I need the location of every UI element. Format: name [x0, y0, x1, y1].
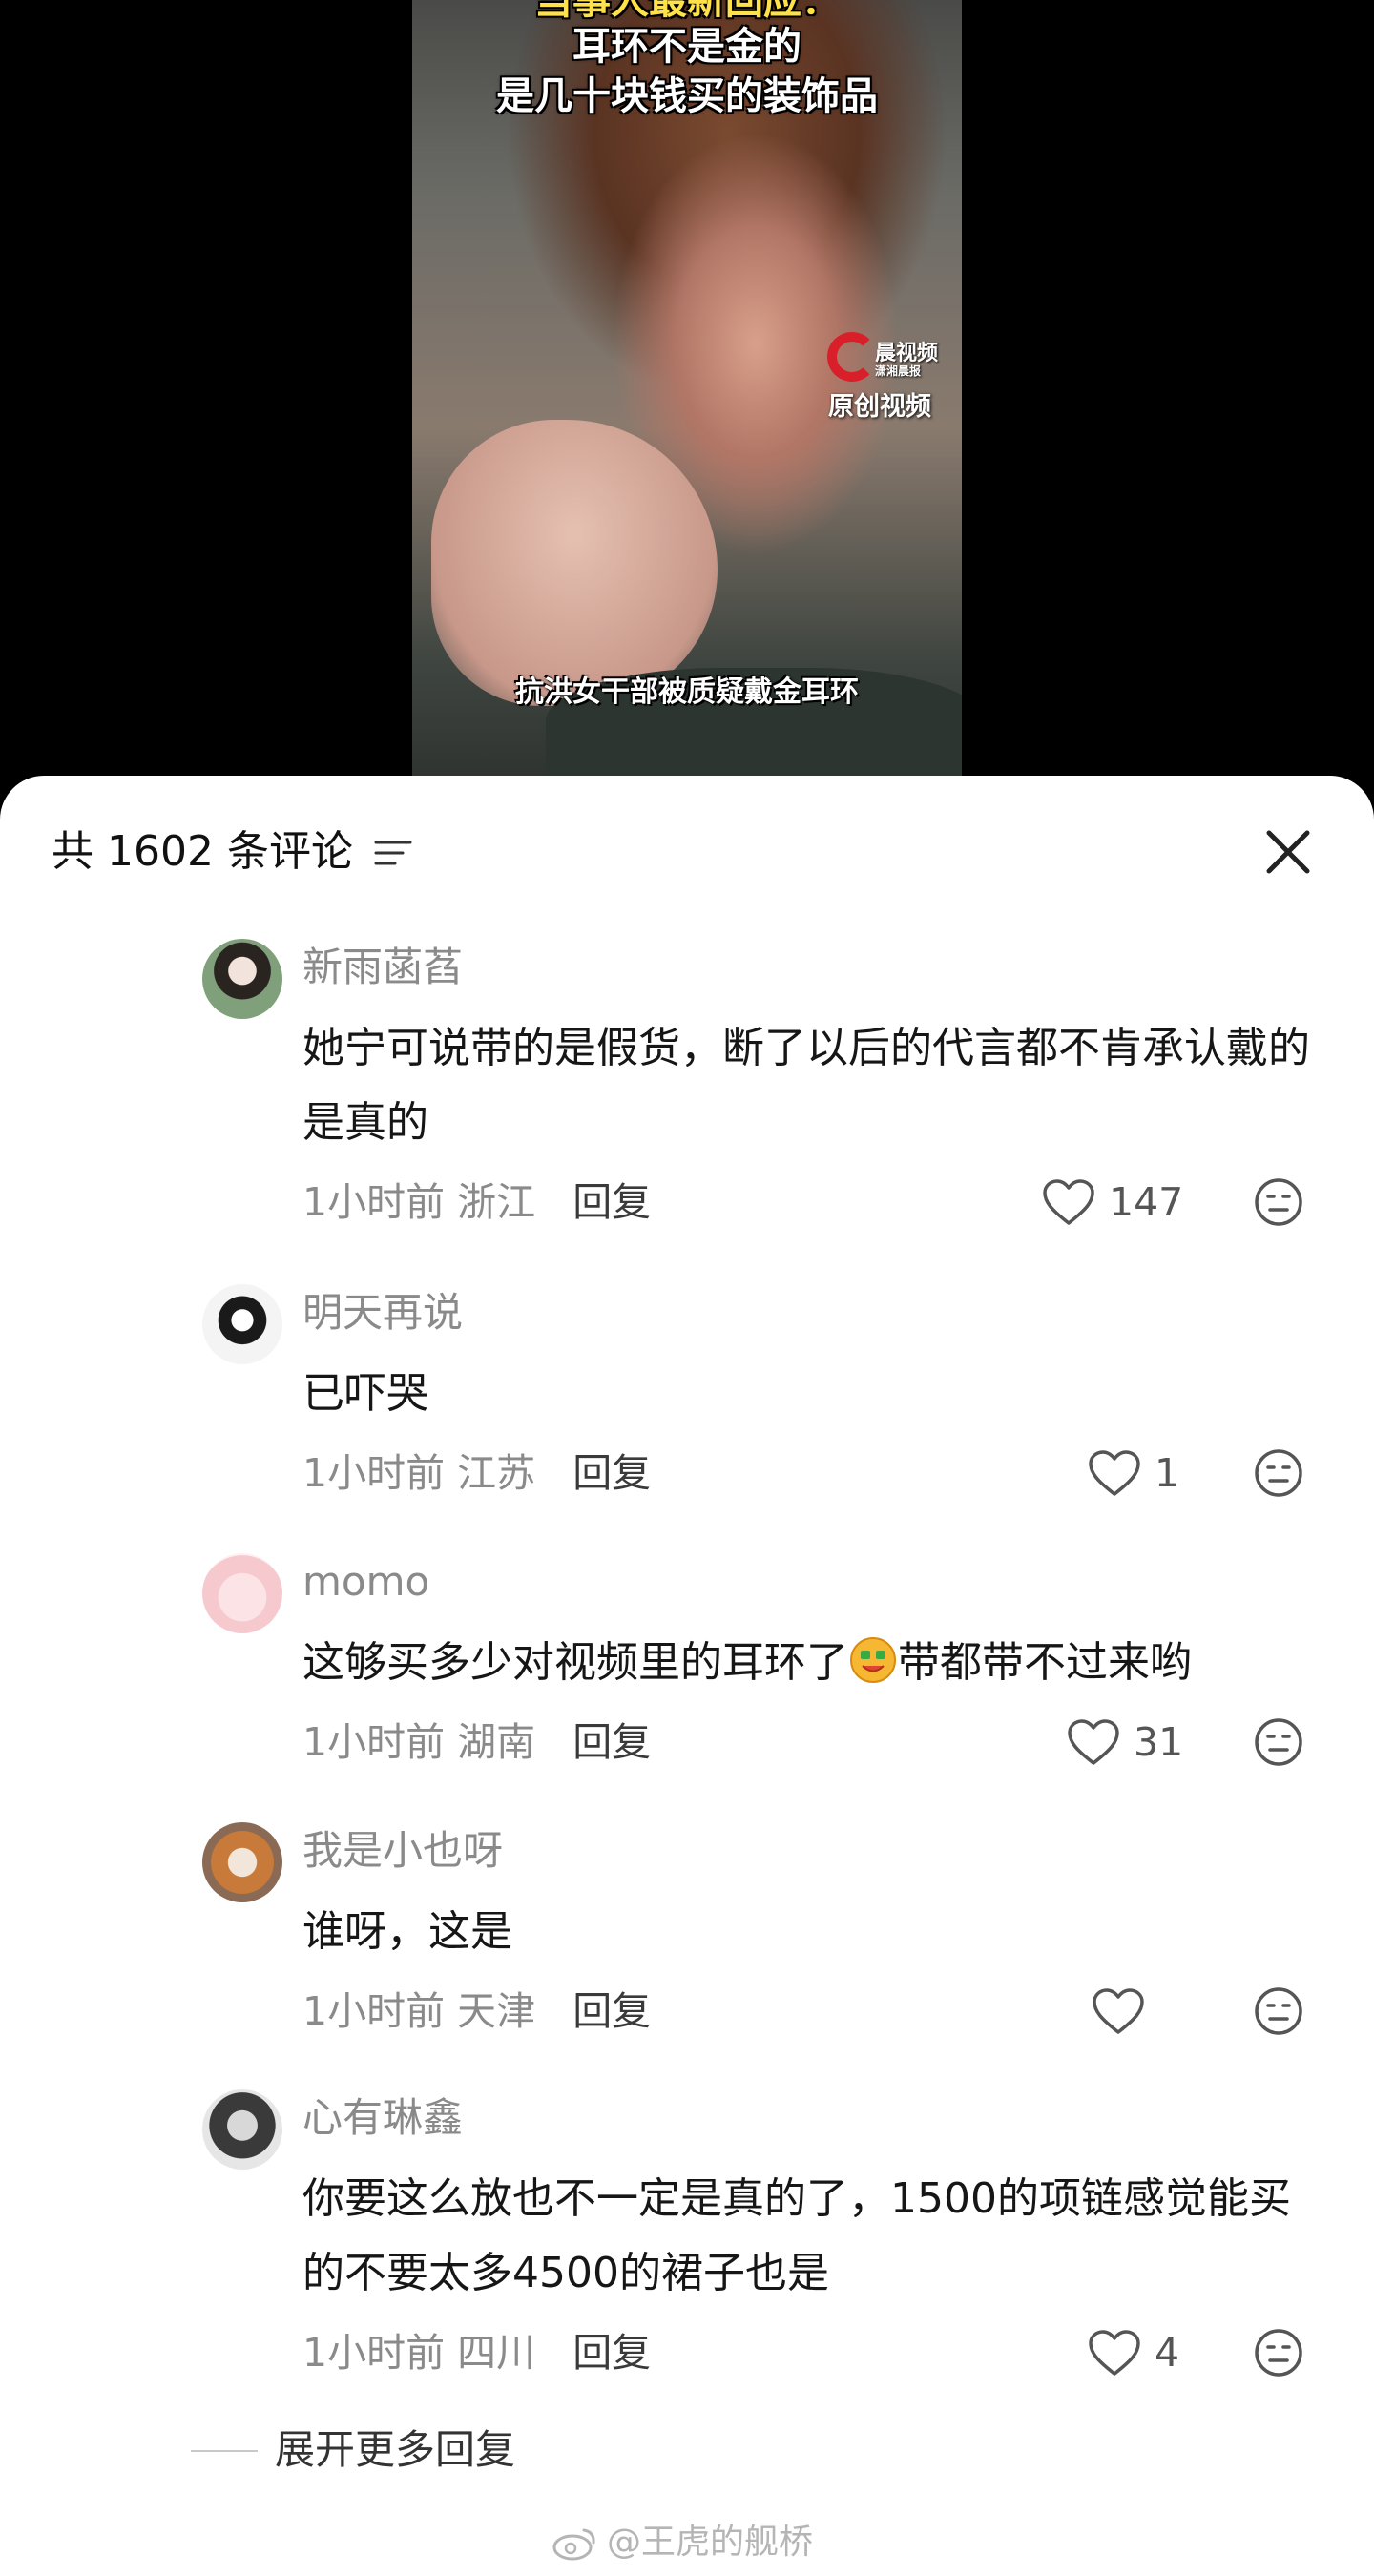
video-caption-line: 当事人最新回应： [534, 0, 840, 23]
reply-button[interactable]: 回复 [572, 1450, 651, 1496]
comment-meta: 1小时前 四川 回复 [302, 2326, 651, 2379]
close-x-icon[interactable] [1261, 825, 1315, 879]
comment-username[interactable]: momo [302, 1555, 429, 1609]
comment-meta: 1小时前 江苏 回复 [302, 1446, 651, 1500]
reply-button[interactable]: 回复 [572, 1988, 651, 2034]
reply-button[interactable]: 回复 [572, 2330, 651, 2376]
money-face-emoji-icon [850, 1637, 896, 1683]
comment-text: 你要这么放也不一定是真的了，1500的项链感觉能买的不要太多4500的裙子也是 [302, 2174, 1291, 2297]
like-button[interactable]: 31 [1067, 1715, 1191, 1769]
comment-meta: 1小时前 浙江 回复 [302, 1175, 651, 1229]
emoji-reaction-icon[interactable] [1252, 1715, 1305, 1769]
comment-username[interactable]: 我是小也呀 [302, 1824, 503, 1878]
video-hand-shape [431, 420, 718, 706]
avatar[interactable] [202, 1553, 282, 1633]
comment-time: 1小时前 [302, 1450, 446, 1496]
comment-text: 她宁可说带的是假货，断了以后的代言都不肯承认戴的是真的 [302, 1024, 1310, 1147]
comment-count: 共 1602 条评论 [52, 827, 353, 876]
comment-text: 已吓哭 [302, 1369, 428, 1418]
video-caption-line: 耳环不是金的 [572, 25, 802, 69]
comment-username[interactable]: 心有琳鑫 [302, 2091, 463, 2145]
emoji-reaction-icon[interactable] [1252, 1446, 1305, 1500]
like-count: 31 [1134, 1719, 1184, 1765]
reply-button[interactable]: 回复 [572, 1719, 651, 1765]
comment-text: 这够买多少对视频里的耳环了 带都带不过来哟 [302, 1626, 1314, 1700]
comment-text-part: 这够买多少对视频里的耳环了 [302, 1638, 848, 1687]
avatar[interactable] [202, 1822, 282, 1902]
like-count: 4 [1155, 2330, 1180, 2376]
avatar[interactable] [202, 1284, 282, 1364]
heart-icon [1068, 1719, 1119, 1765]
sort-lines-icon[interactable] [374, 839, 412, 867]
emoji-reaction-icon[interactable] [1252, 1175, 1305, 1229]
comment-time: 1小时前 [302, 1719, 446, 1765]
video-caption-line: 是几十块钱买的装饰品 [496, 74, 878, 118]
heart-icon [1089, 1450, 1140, 1496]
heart-icon [1043, 1179, 1094, 1225]
heart-icon [1093, 1988, 1144, 2034]
video-subtitle: 抗洪女干部被质疑戴金耳环 [515, 675, 859, 709]
expand-divider [191, 2450, 258, 2452]
logo-c-icon [827, 332, 877, 382]
comment-meta: 1小时前 天津 回复 [302, 1984, 651, 2038]
weibo-logo-icon [552, 2528, 595, 2561]
like-count: 147 [1109, 1179, 1184, 1225]
like-count: 1 [1155, 1450, 1180, 1496]
video-frame[interactable]: 当事人最新回应： 耳环不是金的 是几十块钱买的装饰品 晨视频 潇湘晨报 原创视频… [412, 0, 962, 778]
video-player[interactable]: 当事人最新回应： 耳环不是金的 是几十块钱买的装饰品 晨视频 潇湘晨报 原创视频… [0, 0, 1374, 782]
comments-header: 共 1602 条评论 [0, 776, 1374, 909]
comment-username[interactable]: 新雨菡萏 [302, 941, 463, 994]
watermark-text: @王虎的舰桥 [607, 2523, 814, 2562]
logo-sub: 潇湘晨报 [875, 364, 922, 378]
like-button[interactable] [1092, 1984, 1149, 2038]
comment-meta: 1小时前 湖南 回复 [302, 1715, 651, 1769]
reply-button[interactable]: 回复 [572, 1179, 651, 1225]
comment-username[interactable]: 明天再说 [302, 1286, 463, 1340]
heart-icon [1089, 2330, 1140, 2376]
comment-time: 1小时前 [302, 1179, 446, 1225]
avatar[interactable] [202, 2089, 282, 2170]
comment-location: 天津 [457, 1988, 536, 2034]
emoji-reaction-icon[interactable] [1252, 2326, 1305, 2379]
avatar[interactable] [202, 939, 282, 1019]
comment-text: 谁呀，这是 [302, 1907, 512, 1956]
like-button[interactable]: 4 [1088, 2326, 1193, 2379]
comment-location: 湖南 [457, 1719, 536, 1765]
like-button[interactable]: 1 [1088, 1446, 1193, 1500]
comment-location: 四川 [457, 2330, 536, 2376]
comment-text-part: 带都带不过来哟 [898, 1638, 1192, 1687]
original-video-label: 原创视频 [828, 392, 931, 422]
like-button[interactable]: 147 [1042, 1175, 1185, 1229]
comment-location: 江苏 [457, 1450, 536, 1496]
expand-more-label: 展开更多回复 [275, 2426, 516, 2473]
comment-location: 浙江 [457, 1179, 536, 1225]
comment-time: 1小时前 [302, 2330, 446, 2376]
emoji-reaction-icon[interactable] [1252, 1984, 1305, 2038]
comment-time: 1小时前 [302, 1988, 446, 2034]
